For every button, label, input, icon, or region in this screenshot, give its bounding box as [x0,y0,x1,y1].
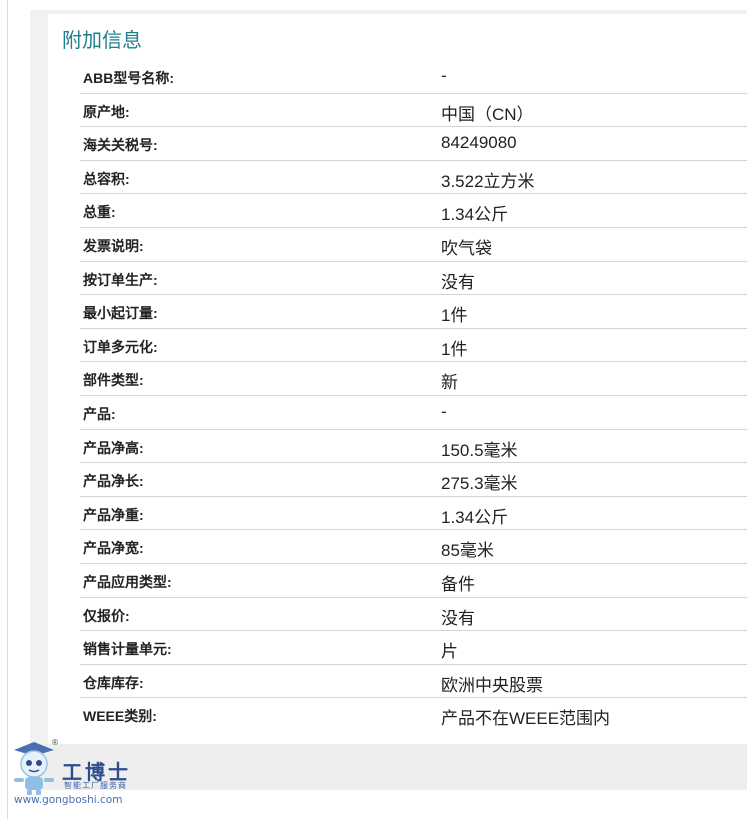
spec-row-net-weight: 产品净重: 1.34公斤 [80,497,747,531]
spec-label: 产品净长: [83,473,144,490]
spec-value: 片 [441,642,458,662]
spec-row-quote-only: 仅报价: 没有 [80,598,747,632]
spec-row-net-height: 产品净高: 150.5毫米 [80,430,747,464]
spec-label: 产品净重: [83,506,144,523]
spec-value: 1件 [441,306,468,326]
spec-row-net-length: 产品净长: 275.3毫米 [80,463,747,497]
spec-label: 仅报价: [83,607,130,624]
spec-value: - [441,401,447,421]
spec-row-volume: 总容积: 3.522立方米 [80,161,747,195]
spec-label: 总容积: [83,170,130,187]
spec-value: 没有 [441,608,475,628]
spec-label: WEEE类别: [83,708,157,725]
spec-row-weee-category: WEEE类别: 产品不在WEEE范围内 [80,698,747,732]
spec-row-net-width: 产品净宽: 85毫米 [80,530,747,564]
spec-row-product: 产品: - [80,396,747,430]
page-top-strip [0,0,747,10]
spec-value: 中国（CN） [441,104,534,124]
spec-row-origin: 原产地: 中国（CN） [80,94,747,128]
spec-label: 海关关税号: [83,137,158,154]
spec-label: 发票说明: [83,237,144,254]
spec-table: ABB型号名称: - 原产地: 中国（CN） 海关关税号: 84249080 总容积:… [80,60,747,732]
spec-label: 按订单生产: [83,271,158,288]
spec-label: 销售计量单元: [83,641,172,658]
spec-value: 1.34公斤 [441,507,509,527]
spec-label: ABB型号名称: [83,70,174,86]
spec-row-order-multiple: 订单多元化: 1件 [80,329,747,363]
spec-value: - [441,66,447,85]
spec-value: 备件 [441,574,475,594]
spec-row-customs-code: 海关关税号: 84249080 [80,127,747,161]
spec-row-warehouse-stock: 仓库库存: 欧洲中央股票 [80,665,747,699]
spec-label: 原产地: [83,103,130,120]
spec-row-sales-unit: 销售计量单元: 片 [80,631,747,665]
spec-value: 3.522立方米 [441,171,535,191]
spec-label: 产品应用类型: [83,573,172,590]
spec-value: 1.34公斤 [441,205,509,225]
spec-value: 没有 [441,272,475,292]
spec-label: 最小起订量: [83,305,158,322]
spec-value: 150.5毫米 [441,440,518,460]
spec-row-made-to-order: 按订单生产: 没有 [80,262,747,296]
left-border [7,0,8,819]
spec-label: 仓库库存: [83,674,144,691]
spec-label: 部件类型: [83,372,144,389]
spec-row-invoice-description: 发票说明: 吹气袋 [80,228,747,262]
section-title: 附加信息 [62,28,142,52]
spec-label: 产品: [83,405,116,422]
spec-label: 订单多元化: [83,338,158,355]
spec-value: 85毫米 [441,541,494,561]
spec-value: 欧洲中央股票 [441,675,543,695]
spec-value: 吹气袋 [441,238,492,258]
watermark-tagline: 智能工厂服务商 [64,781,127,790]
watermark-logo: ® 工博士 智能工厂服务商 www.gongboshi.com [8,738,148,812]
spec-value: 1件 [441,339,468,359]
spec-row-application-type: 产品应用类型: 备件 [80,564,747,598]
spec-row-part-type: 部件类型: 新 [80,362,747,396]
spec-row-gross-weight: 总重: 1.34公斤 [80,194,747,228]
spec-value: 新 [441,373,458,393]
spec-label: 总重: [83,204,116,221]
spec-value: 84249080 [441,133,517,153]
robot-mascot-icon [14,742,54,795]
spec-value: 275.3毫米 [441,474,518,494]
watermark-url: www.gongboshi.com [14,794,123,806]
spec-value: 产品不在WEEE范围内 [441,709,611,729]
registered-mark: ® [51,738,59,747]
spec-row-min-order: 最小起订量: 1件 [80,295,747,329]
spec-label: 产品净宽: [83,540,144,557]
spec-row-abb-model: ABB型号名称: - [80,60,747,94]
spec-label: 产品净高: [83,439,144,456]
